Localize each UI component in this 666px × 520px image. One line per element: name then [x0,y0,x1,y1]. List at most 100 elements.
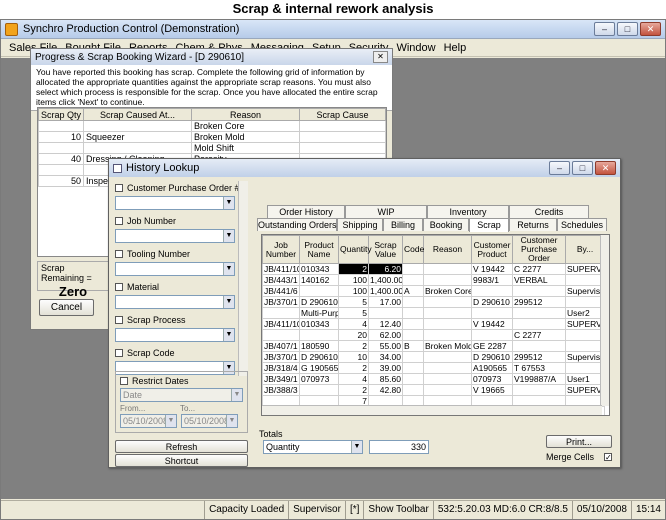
col-scrap-value[interactable]: Scrap Value [368,235,403,264]
table-row[interactable]: Multi-Purp 5 User2 [262,307,605,319]
table-row[interactable]: JB/443/1 140162 100 1,400.00 9983/1 VERBAL [262,274,605,286]
tab-shipping[interactable]: Shipping [337,218,383,231]
table-row[interactable]: Mold Shift [38,142,386,154]
filter-scrap-code-label: Scrap Code [127,347,175,358]
filter-job-label: Job Number [127,215,177,226]
merge-cells-label: Merge Cells [546,452,595,462]
tab-credits[interactable]: Credits [509,205,589,218]
filter-job-checkbox[interactable] [115,216,123,225]
maximize-icon[interactable]: □ [572,161,593,175]
filter-scrap-process-checkbox[interactable] [115,315,123,324]
close-icon[interactable]: ✕ [640,22,661,36]
grid-vertical-scrollbar[interactable] [600,235,609,406]
app-title: Synchro Production Control (Demonstratio… [23,23,240,35]
table-row[interactable]: JB/370/1 D 290610 10 34.00 D 290610 299512 Sup… [262,351,605,363]
filter-po-select[interactable]: ▼ [115,196,235,210]
table-row[interactable]: JB/407/1 180590 2 55.00 B Broken Mold GE 2287 [262,340,605,352]
scrap-history-grid[interactable]: Job Number Product Name Quantity Scrap V… [261,234,610,416]
chevron-down-icon[interactable]: ▼ [223,329,234,341]
restrict-dates-checkbox[interactable] [120,376,128,385]
tab-wip[interactable]: WIP [345,205,427,218]
history-titlebar: History Lookup – □ ✕ [109,159,620,177]
wizard-instructions: You have reported this booking has scrap… [31,65,392,111]
col-customer-po[interactable]: Customer Purchase Order [512,235,566,264]
tab-returns[interactable]: Returns [509,218,557,231]
totals-value: 330 [369,440,429,454]
table-row[interactable]: JB/411/10 010343 2 6.20 V 19442 C 2277 SUPERV [262,263,605,275]
chevron-down-icon[interactable]: ▼ [223,263,234,275]
filter-material-label: Material [127,281,160,292]
tab-billing[interactable]: Billing [383,218,423,231]
totals-field-select[interactable]: Quantity ▼ [263,440,363,454]
minimize-icon[interactable]: – [549,161,570,175]
tab-inventory[interactable]: Inventory [427,205,509,218]
col-job-number[interactable]: Job Number [262,235,300,264]
tab-schedules[interactable]: Schedules [557,218,607,231]
chevron-down-icon[interactable]: ▼ [165,415,176,427]
restrict-dates-label: Restrict Dates [132,375,189,386]
chevron-down-icon[interactable]: ▼ [223,197,234,209]
to-date-picker[interactable]: 05/10/2008 ▼ [181,414,238,428]
table-row[interactable]: JB/370/1 D 290610 5 17.00 D 290610 299512 [262,296,605,308]
table-row[interactable]: JB/318/4 G 190565 2 39.00 A190565 T 67553 [262,362,605,374]
filter-material-checkbox[interactable] [115,282,123,291]
col-customer-product[interactable]: Customer Product [471,235,513,264]
history-lookup-window: History Lookup – □ ✕ Customer Purchase O… [108,158,621,468]
table-row[interactable]: 10 Squeezer Broken Mold [38,131,386,143]
close-icon[interactable]: ✕ [595,161,616,175]
filter-tooling-label: Tooling Number [127,248,191,259]
table-row[interactable]: JB/349/1 070973 4 85.60 070973 V199887/A User1 [262,373,605,385]
from-date-picker[interactable]: 05/10/2008 ▼ [120,414,177,428]
filter-job-select[interactable]: ▼ [115,229,235,243]
menu-window[interactable]: Window [392,42,439,54]
totals-label: Totals [259,429,283,439]
filter-material-select[interactable]: ▼ [115,295,235,309]
maximize-icon[interactable]: □ [617,22,638,36]
filter-tooling-select[interactable]: ▼ [115,262,235,276]
col-reason[interactable]: Reason [423,235,472,264]
app-icon [5,22,18,36]
status-bar: Capacity Loaded Supervisor [*] Show Tool… [1,500,665,519]
filter-tooling-checkbox[interactable] [115,249,123,258]
filter-scrap-process-label: Scrap Process [127,314,186,325]
filter-po-label: Customer Purchase Order # [127,182,240,193]
col-by[interactable]: By... [565,235,605,264]
grid-horizontal-scrollbar[interactable] [262,405,602,415]
chevron-down-icon[interactable]: ▼ [223,296,234,308]
tab-outstanding-orders[interactable]: Outstanding Orders [257,218,337,231]
table-row[interactable]: JB/411/10 010343 4 12.40 V 19442 SUPERV [262,318,605,330]
menu-help[interactable]: Help [440,42,471,54]
to-label: To... [180,404,196,413]
print-button[interactable]: Print... [546,435,612,448]
wizard-col-scrap-cause: Scrap Cause [299,108,386,121]
tab-order-history[interactable]: Order History [267,205,345,218]
col-product-name[interactable]: Product Name [299,235,339,264]
table-row[interactable]: JB/388/3 2 42.80 V 19665 SUPERV [262,384,605,396]
tab-booking[interactable]: Booking [423,218,469,231]
table-row[interactable]: JB/441/6 100 1,400.00 A Broken Core Supervis [262,285,605,297]
status-show-toolbar[interactable]: Show Toolbar [363,501,432,519]
chevron-down-icon[interactable]: ▼ [226,415,237,427]
chevron-down-icon[interactable]: ▼ [231,389,242,401]
cancel-button[interactable]: Cancel [39,299,94,316]
wizard-col-caused-at: Scrap Caused At... [83,108,192,121]
scrap-remaining-label: Scrap Remaining = [41,263,92,283]
col-quantity[interactable]: Quantity [338,235,372,264]
filter-scrap-process-select[interactable]: ▼ [115,328,235,342]
merge-cells-checkbox[interactable]: ✓ [604,453,612,462]
totals-group: Totals Quantity ▼ 330 [259,429,439,461]
chevron-down-icon[interactable]: ▼ [351,441,362,453]
refresh-button[interactable]: Refresh [115,440,248,453]
table-row[interactable]: 20 62.00 C 2277 [262,329,605,341]
table-row[interactable]: Broken Core [38,120,386,132]
shortcut-button[interactable]: Shortcut [115,454,248,467]
tab-scrap[interactable]: Scrap [469,218,509,232]
date-type-select[interactable]: Date ▼ [120,388,243,402]
filter-scrap-code-checkbox[interactable] [115,348,123,357]
minimize-icon[interactable]: – [594,22,615,36]
filter-scrollbar[interactable] [238,181,248,376]
chevron-down-icon[interactable]: ▼ [223,230,234,242]
filter-po-checkbox[interactable] [115,183,123,192]
col-code[interactable]: Code [402,235,424,264]
wizard-close-icon[interactable]: ✕ [373,51,388,63]
